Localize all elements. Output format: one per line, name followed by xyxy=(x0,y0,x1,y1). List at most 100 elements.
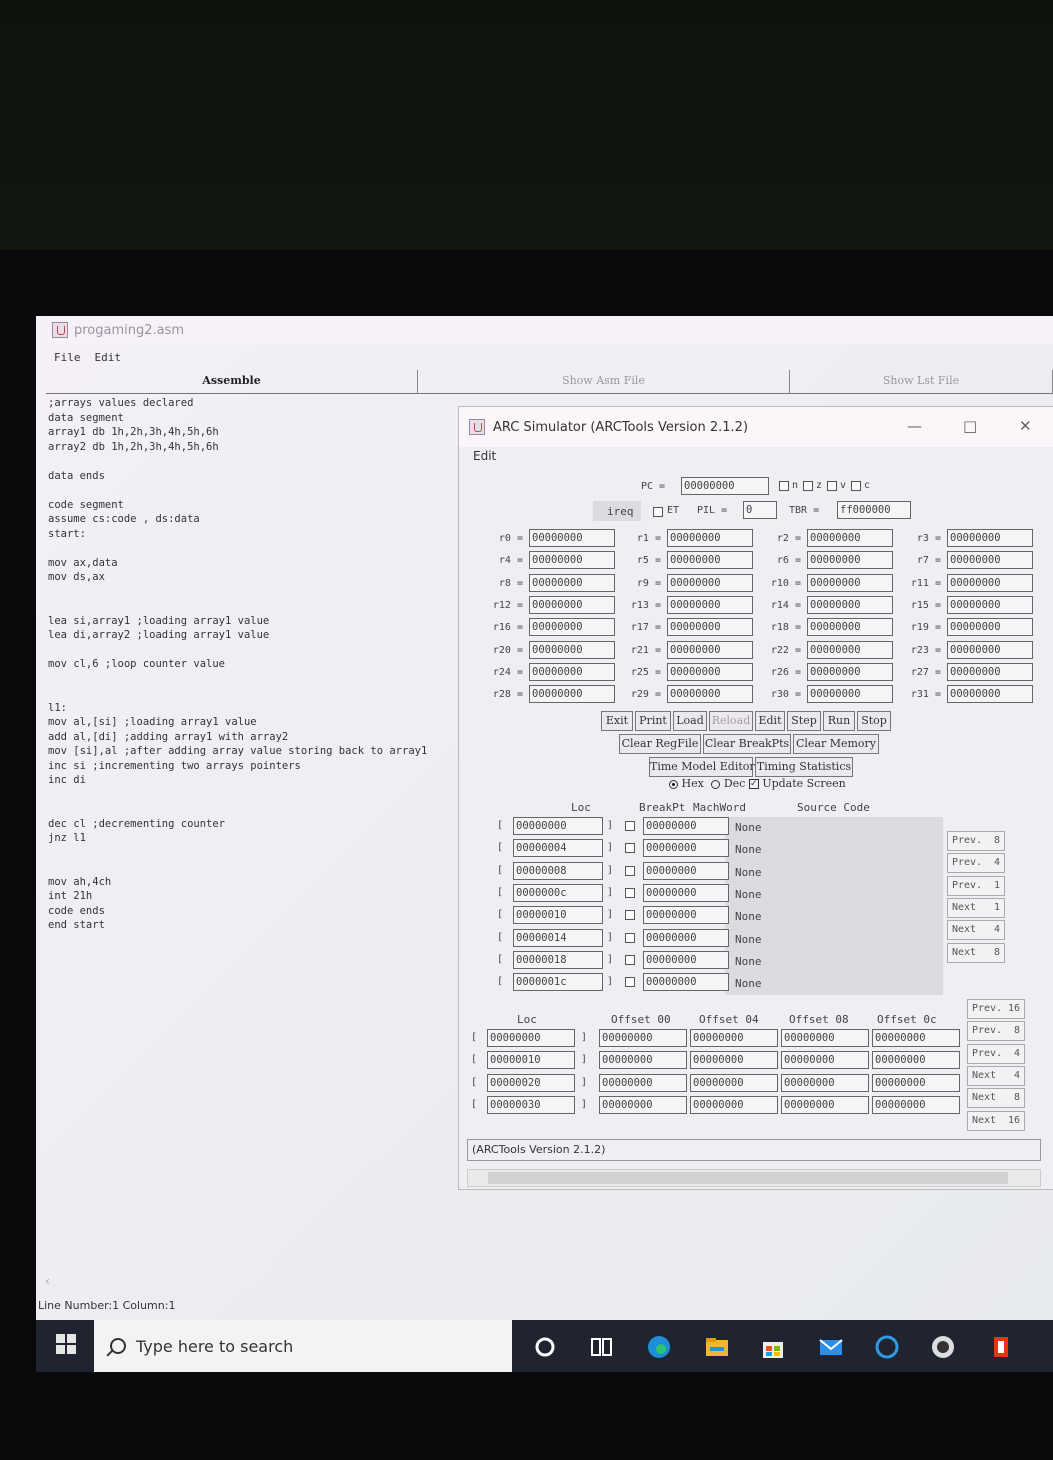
mem-loc-field[interactable]: 00000000 xyxy=(487,1029,575,1047)
prog-loc-field[interactable]: 00000000 xyxy=(513,817,603,835)
mem-loc-field[interactable]: 00000030 xyxy=(487,1095,575,1114)
pil-field[interactable]: 0 xyxy=(743,501,777,519)
code-editor[interactable]: ;arrays values declared data segment array… xyxy=(48,396,468,933)
register-field-r6[interactable]: 00000000 xyxy=(807,551,893,570)
prog-loc-field[interactable]: 0000000c xyxy=(513,883,603,902)
mem-nav-prev-8[interactable]: Prev. 8 xyxy=(967,1021,1025,1042)
button-exit[interactable]: Exit xyxy=(601,711,633,731)
mail-icon[interactable] xyxy=(818,1334,844,1360)
task-view-icon[interactable] xyxy=(588,1334,614,1360)
prog-nav-prev-8[interactable]: Prev. 8 xyxy=(947,831,1005,851)
mem-value-field[interactable]: 00000000 xyxy=(690,1051,778,1070)
machword-field[interactable]: 00000000 xyxy=(643,839,729,858)
button-load[interactable]: Load xyxy=(673,711,707,731)
mem-value-field[interactable]: 00000000 xyxy=(872,1051,960,1070)
register-field-r30[interactable]: 00000000 xyxy=(807,685,893,704)
button-clear-memory[interactable]: Clear Memory xyxy=(793,734,879,754)
prog-nav-next-8[interactable]: Next 8 xyxy=(947,942,1005,963)
register-field-r29[interactable]: 00000000 xyxy=(667,685,753,704)
tab-assemble[interactable]: Assemble xyxy=(46,370,418,394)
register-field-r13[interactable]: 00000000 xyxy=(667,595,753,614)
mem-value-field[interactable]: 00000000 xyxy=(781,1029,869,1047)
button-run[interactable]: Run xyxy=(823,711,855,731)
machword-field[interactable]: 00000000 xyxy=(643,928,729,947)
register-field-r23[interactable]: 00000000 xyxy=(947,640,1033,659)
mem-value-field[interactable]: 00000000 xyxy=(781,1051,869,1070)
mem-value-field[interactable]: 00000000 xyxy=(599,1029,687,1047)
breakpoint-checkbox[interactable] xyxy=(625,865,635,876)
button-print[interactable]: Print xyxy=(635,711,671,731)
register-field-r22[interactable]: 00000000 xyxy=(807,640,893,659)
button-clear-regfile[interactable]: Clear RegFile xyxy=(619,734,701,754)
machword-field[interactable]: 00000000 xyxy=(643,973,729,992)
breakpoint-checkbox[interactable] xyxy=(625,954,635,965)
app-icon[interactable] xyxy=(930,1334,956,1360)
arc-menu-edit[interactable]: Edit xyxy=(473,449,496,463)
flag-checkbox-n[interactable] xyxy=(779,481,789,491)
mem-nav-next-4[interactable]: Next 4 xyxy=(967,1065,1025,1086)
breakpoint-checkbox[interactable] xyxy=(625,977,635,988)
mem-value-field[interactable]: 00000000 xyxy=(781,1073,869,1092)
tbr-field[interactable]: ff000000 xyxy=(837,501,911,519)
file-explorer-icon[interactable] xyxy=(704,1334,730,1360)
windows-start-icon[interactable] xyxy=(56,1334,76,1354)
button-reload[interactable]: Reload xyxy=(709,711,753,731)
mem-value-field[interactable]: 00000000 xyxy=(872,1029,960,1047)
register-field-r19[interactable]: 00000000 xyxy=(947,618,1033,637)
close-icon[interactable]: ✕ xyxy=(1019,417,1032,435)
cortana-ring-icon[interactable] xyxy=(874,1334,900,1360)
mem-value-field[interactable]: 00000000 xyxy=(599,1073,687,1092)
register-field-r15[interactable]: 00000000 xyxy=(947,595,1033,614)
register-field-r20[interactable]: 00000000 xyxy=(529,640,615,659)
maximize-icon[interactable]: □ xyxy=(963,417,977,435)
register-field-r18[interactable]: 00000000 xyxy=(807,618,893,637)
et-checkbox[interactable] xyxy=(653,507,663,517)
mem-nav-next-16[interactable]: Next 16 xyxy=(967,1110,1025,1131)
mem-value-field[interactable]: 00000000 xyxy=(690,1073,778,1092)
prog-nav-next-4[interactable]: Next 4 xyxy=(947,920,1005,941)
store-icon[interactable] xyxy=(760,1334,786,1360)
register-field-r0[interactable]: 00000000 xyxy=(529,529,615,547)
register-field-r8[interactable]: 00000000 xyxy=(529,573,615,592)
register-field-r31[interactable]: 00000000 xyxy=(947,685,1033,704)
register-field-r5[interactable]: 00000000 xyxy=(667,551,753,570)
prog-nav-prev-4[interactable]: Prev. 4 xyxy=(947,853,1005,874)
register-field-r16[interactable]: 00000000 xyxy=(529,618,615,637)
cortana-icon[interactable] xyxy=(532,1334,558,1360)
mem-nav-prev-4[interactable]: Prev. 4 xyxy=(967,1043,1025,1064)
mem-value-field[interactable]: 00000000 xyxy=(690,1095,778,1114)
button-time-model-editor[interactable]: Time Model Editor xyxy=(649,757,755,777)
register-field-r25[interactable]: 00000000 xyxy=(667,662,753,681)
prog-loc-field[interactable]: 0000001c xyxy=(513,973,603,992)
register-field-r7[interactable]: 00000000 xyxy=(947,551,1033,570)
prog-nav-prev-1[interactable]: Prev. 1 xyxy=(947,875,1005,896)
tab-show-asm-file[interactable]: Show Asm File xyxy=(418,370,790,394)
button-timing-statistics[interactable]: Timing Statistics xyxy=(755,757,853,777)
breakpoint-checkbox[interactable] xyxy=(625,932,635,943)
dec-radio[interactable] xyxy=(711,779,721,789)
register-field-r1[interactable]: 00000000 xyxy=(667,529,753,547)
prog-loc-field[interactable]: 00000004 xyxy=(513,839,603,858)
machword-field[interactable]: 00000000 xyxy=(643,906,729,925)
flag-checkbox-c[interactable] xyxy=(851,481,861,491)
minimize-icon[interactable]: — xyxy=(907,417,922,435)
machword-field[interactable]: 00000000 xyxy=(643,861,729,880)
prog-loc-field[interactable]: 00000008 xyxy=(513,861,603,880)
register-field-r28[interactable]: 00000000 xyxy=(529,685,615,704)
register-field-r9[interactable]: 00000000 xyxy=(667,573,753,592)
mem-value-field[interactable]: 00000000 xyxy=(599,1095,687,1114)
hex-radio[interactable] xyxy=(669,779,678,789)
register-field-r2[interactable]: 00000000 xyxy=(807,529,893,547)
mem-loc-field[interactable]: 00000010 xyxy=(487,1051,575,1070)
register-field-r24[interactable]: 00000000 xyxy=(529,662,615,681)
register-field-r14[interactable]: 00000000 xyxy=(807,595,893,614)
prog-nav-next-1[interactable]: Next 1 xyxy=(947,897,1005,918)
menu-file[interactable]: File xyxy=(54,351,81,364)
search-input[interactable]: Type here to search xyxy=(136,1337,293,1356)
register-field-r3[interactable]: 00000000 xyxy=(947,529,1033,547)
register-field-r10[interactable]: 00000000 xyxy=(807,573,893,592)
taskbar-search[interactable]: Type here to search xyxy=(94,1320,512,1372)
machword-field[interactable]: 00000000 xyxy=(643,950,729,969)
scroll-left-icon[interactable]: ‹ xyxy=(44,1274,51,1288)
mem-nav-next-8[interactable]: Next 8 xyxy=(967,1088,1025,1109)
